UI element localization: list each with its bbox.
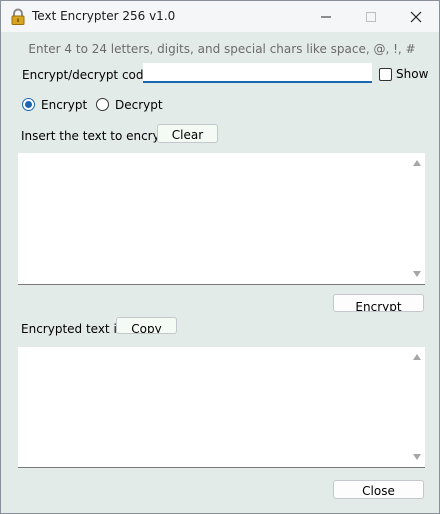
- input-text-label: Insert the text to encrypt:: [21, 129, 177, 143]
- decrypt-radio[interactable]: [96, 98, 109, 111]
- copy-button[interactable]: Copy: [116, 317, 177, 334]
- scroll-up-icon[interactable]: [413, 354, 421, 360]
- close-window-button[interactable]: [393, 1, 439, 32]
- decrypt-radio-label[interactable]: Decrypt: [115, 98, 163, 112]
- scroll-up-icon[interactable]: [413, 160, 421, 166]
- title-bar[interactable]: Text Encrypter 256 v1.0: [1, 1, 439, 32]
- maximize-button[interactable]: [348, 1, 394, 32]
- input-textarea[interactable]: [18, 153, 425, 285]
- show-checkbox[interactable]: [379, 68, 392, 81]
- clear-button[interactable]: Clear: [157, 124, 218, 143]
- padlock-icon: [10, 8, 26, 25]
- code-hint: Enter 4 to 24 letters, digits, and speci…: [28, 42, 416, 56]
- code-input[interactable]: [143, 63, 372, 83]
- scroll-down-icon[interactable]: [413, 271, 421, 277]
- output-text-label: Encrypted text is:: [21, 322, 128, 336]
- encrypt-radio[interactable]: [22, 98, 35, 111]
- input-scrollbar[interactable]: [408, 153, 425, 284]
- output-scrollbar[interactable]: [408, 347, 425, 467]
- output-textarea[interactable]: [18, 347, 425, 468]
- close-button[interactable]: Close: [333, 480, 424, 499]
- encrypt-radio-label[interactable]: Encrypt: [41, 98, 87, 112]
- show-label[interactable]: Show: [396, 67, 428, 81]
- scroll-down-icon[interactable]: [413, 454, 421, 460]
- encrypt-button[interactable]: Encrypt: [333, 294, 424, 312]
- app-window: Text Encrypter 256 v1.0 Enter 4 to 24 le…: [0, 0, 440, 514]
- minimize-button[interactable]: [303, 1, 349, 32]
- code-label: Encrypt/decrypt code:: [22, 68, 155, 82]
- window-title: Text Encrypter 256 v1.0: [32, 9, 176, 23]
